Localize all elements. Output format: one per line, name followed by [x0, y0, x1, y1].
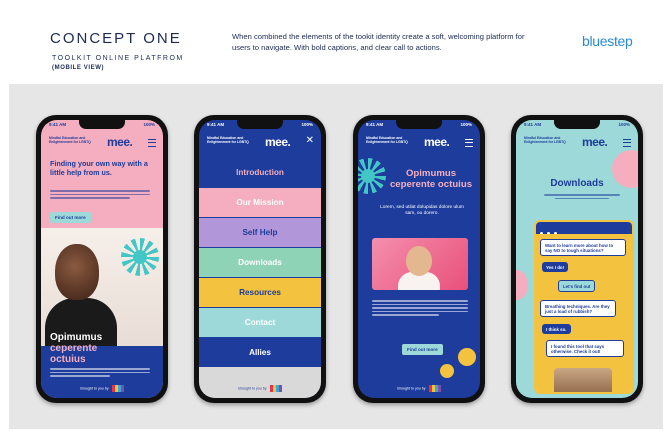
phone-article: 9:41 AM 100% Mindful Education and Enlig… [353, 115, 485, 403]
app-tagline: Mindful Education and Enlightenment for … [207, 136, 249, 144]
partner-logo-icon [428, 385, 441, 392]
status-battery: 100% [143, 122, 155, 127]
status-time: 9:41 AM [49, 122, 67, 127]
status-battery: 100% [460, 122, 472, 127]
caption-line: ceperente [50, 343, 98, 354]
chat-body: Want to learn more about how to say NO t… [536, 234, 632, 392]
footer-supported-text: Brought to you by [238, 386, 267, 391]
decor-dot [440, 364, 454, 378]
caption-line: octuius [50, 354, 86, 365]
menu-item-allies[interactable]: Allies [199, 338, 321, 367]
phone-menu: 9:41 AM 100% Mindful Education and Enlig… [194, 115, 326, 403]
menu-item-self-help[interactable]: Self Help [199, 218, 321, 247]
app-logo[interactable]: mee. [424, 135, 450, 149]
decor-blob [516, 270, 528, 300]
phone-notch [237, 120, 283, 129]
partner-logos: Brought to you by [41, 385, 163, 392]
app-logo[interactable]: mee. [265, 135, 291, 149]
video-thumbnail[interactable] [372, 238, 468, 290]
intro-text: When combined the elements of the tookit… [232, 32, 525, 52]
hamburger-menu-icon[interactable] [465, 139, 473, 147]
caption-line: Opimumus [50, 332, 103, 343]
chat-photo [554, 368, 612, 392]
menu-item-introduction[interactable]: Introduction [199, 158, 321, 187]
status-battery: 100% [301, 122, 313, 127]
menu-item-downloads[interactable]: Downloads [199, 248, 321, 277]
status-time: 9:41 AM [366, 122, 384, 127]
phone-notch [79, 120, 125, 129]
close-icon[interactable]: ✕ [306, 135, 314, 146]
hero-caption: Opimumus ceperente octuius [50, 332, 160, 365]
menu-footer [199, 367, 321, 398]
find-out-more-button[interactable]: Find out more [50, 212, 91, 223]
chat-window-titlebar [536, 222, 632, 235]
menu-item-contact[interactable]: Contact [199, 308, 321, 337]
view-label: (MOBILE VIEW) [52, 65, 105, 71]
downloads-body-text [544, 194, 620, 201]
find-out-more-button[interactable]: Find out more [402, 344, 443, 355]
chat-message: I think so. [542, 324, 571, 335]
status-time: 9:41 AM [207, 122, 225, 127]
caption-body-text [50, 368, 150, 379]
article-body-text [372, 300, 468, 318]
phone-screen: 9:41 AM 100% Mindful Education and Enlig… [41, 120, 163, 398]
chat-message: Yes I do! [542, 262, 569, 273]
phone-screen: 9:41 AM 100% Mindful Education and Enlig… [516, 120, 638, 398]
decor-dot [458, 348, 476, 366]
footer-supported-text: Brought to you by [80, 386, 109, 391]
mockup-stage: 9:41 AM 100% Mindful Education and Enlig… [9, 84, 663, 429]
partner-logos: Brought to you by [358, 385, 480, 392]
phone-notch [396, 120, 442, 129]
app-bar: Mindful Education and Enlightenment for … [358, 132, 480, 154]
partner-logos: Brought to you by [199, 385, 321, 392]
downloads-title: Downloads [550, 178, 604, 189]
chat-window[interactable]: Want to learn more about how to say NO t… [534, 220, 634, 394]
menu-item-our-mission[interactable]: Our Mission [199, 188, 321, 217]
sunburst-wheel-icon [358, 158, 386, 194]
partner-logo-icon [111, 385, 124, 392]
phone-screen: 9:41 AM 100% Mindful Education and Enlig… [199, 120, 321, 398]
app-bar: Mindful Education and Enlightenment for … [516, 132, 638, 154]
hero-photo [41, 228, 163, 346]
footer-supported-text: Brought to you by [397, 386, 426, 391]
concept-subtitle: TOOLKIT ONLINE PLATFROM [52, 55, 184, 62]
chat-message: Let's find out [558, 280, 596, 293]
photo-person-face [55, 244, 99, 300]
app-logo[interactable]: mee. [107, 135, 133, 149]
phone-screen: 9:41 AM 100% Mindful Education and Enlig… [358, 120, 480, 398]
app-bar: Mindful Education and Enlightenment for … [199, 132, 321, 154]
hamburger-menu-icon[interactable] [623, 139, 631, 147]
status-time: 9:41 AM [524, 122, 542, 127]
status-battery: 100% [618, 122, 630, 127]
article-subtitle: Lorem, sed utilat dolupidas dolore ulum … [380, 205, 464, 216]
phone-home: 9:41 AM 100% Mindful Education and Enlig… [36, 115, 168, 403]
concept-title: CONCEPT ONE [50, 30, 182, 47]
app-tagline: Mindful Education and Enlightenment for … [366, 136, 408, 144]
body-text [50, 190, 150, 201]
partner-logo-icon [269, 385, 282, 392]
menu-item-resources[interactable]: Resources [199, 278, 321, 307]
brand-logo: bluestep [582, 33, 633, 49]
phone-downloads: 9:41 AM 100% Mindful Education and Enlig… [511, 115, 643, 403]
video-person-face [406, 246, 432, 276]
chat-message: Breathing techniques. Are they just a lo… [540, 300, 616, 318]
chat-message: Want to learn more about how to say NO t… [540, 239, 626, 257]
header: CONCEPT ONE TOOLKIT ONLINE PLATFROM (MOB… [0, 0, 672, 78]
app-logo[interactable]: mee. [582, 135, 608, 149]
hero-headline: Finding your own way with a little help … [50, 159, 148, 177]
phone-notch [554, 120, 600, 129]
hamburger-menu-icon[interactable] [148, 139, 156, 147]
sunburst-wheel-icon [121, 238, 159, 276]
chat-message: I found this tool that says otherwise. C… [546, 340, 624, 358]
app-tagline: Mindful Education and Enlightenment for … [49, 136, 91, 144]
app-bar: Mindful Education and Enlightenment for … [41, 132, 163, 154]
article-title: Opimumus ceperente octuius [389, 168, 473, 190]
app-tagline: Mindful Education and Enlightenment for … [524, 136, 566, 144]
